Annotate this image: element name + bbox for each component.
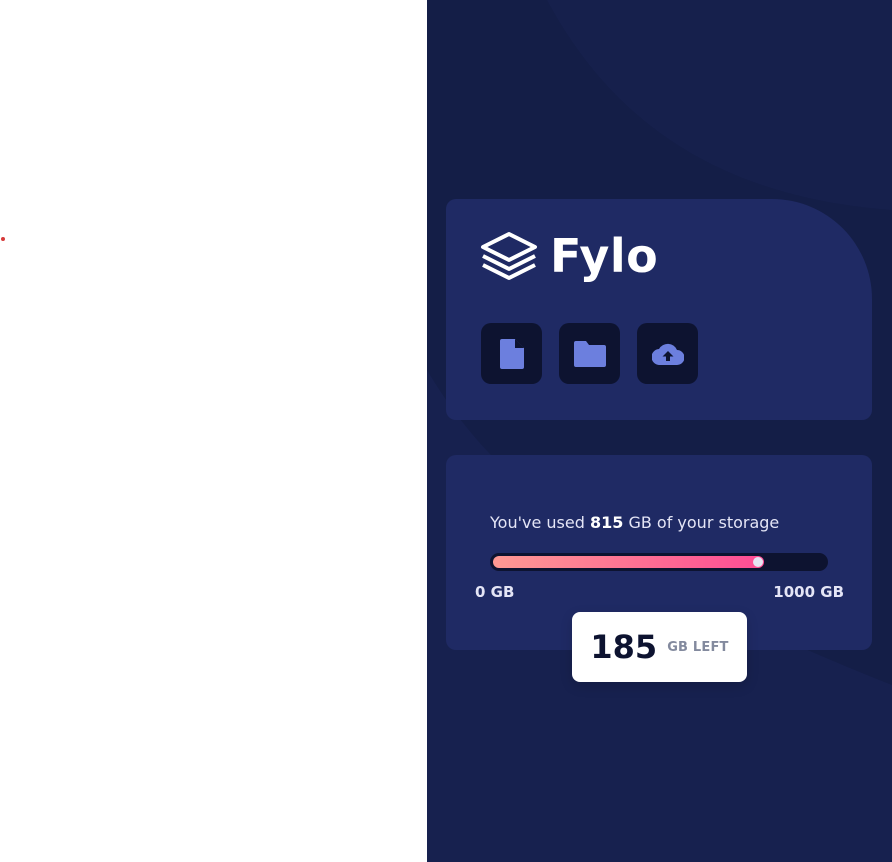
usage-summary: You've used 815 GB of your storage xyxy=(490,513,779,532)
cloud-upload-icon xyxy=(651,343,684,365)
red-dot-marker xyxy=(1,237,5,241)
storage-progress-fill xyxy=(493,556,764,568)
fylo-app-pane: Fylo You've used 815 GB of your storage … xyxy=(427,0,892,862)
remaining-amount: 185 xyxy=(590,628,658,666)
folder-button[interactable] xyxy=(559,323,620,384)
left-blank-pane xyxy=(0,0,427,862)
folder-icon xyxy=(573,340,606,367)
action-icon-row xyxy=(481,323,698,384)
storage-progress-track xyxy=(490,553,828,571)
background-curve xyxy=(427,0,892,862)
document-button[interactable] xyxy=(481,323,542,384)
page: Fylo You've used 815 GB of your storage … xyxy=(0,0,892,862)
usage-suffix: GB of your storage xyxy=(628,513,780,532)
used-amount: 815 xyxy=(589,513,624,532)
layers-icon xyxy=(481,232,537,280)
usage-prefix: You've used xyxy=(490,513,585,532)
remaining-storage-badge: 185 GB LEFT xyxy=(572,612,747,682)
progress-knob xyxy=(753,557,763,567)
scale-min-label: 0 GB xyxy=(475,583,515,601)
logo: Fylo xyxy=(480,231,658,281)
remaining-unit: GB LEFT xyxy=(667,639,729,655)
brand-card: Fylo xyxy=(446,199,872,420)
brand-name: Fylo xyxy=(550,229,659,283)
scale-max-label: 1000 GB xyxy=(773,583,844,601)
document-icon xyxy=(499,338,524,369)
upload-button[interactable] xyxy=(637,323,698,384)
